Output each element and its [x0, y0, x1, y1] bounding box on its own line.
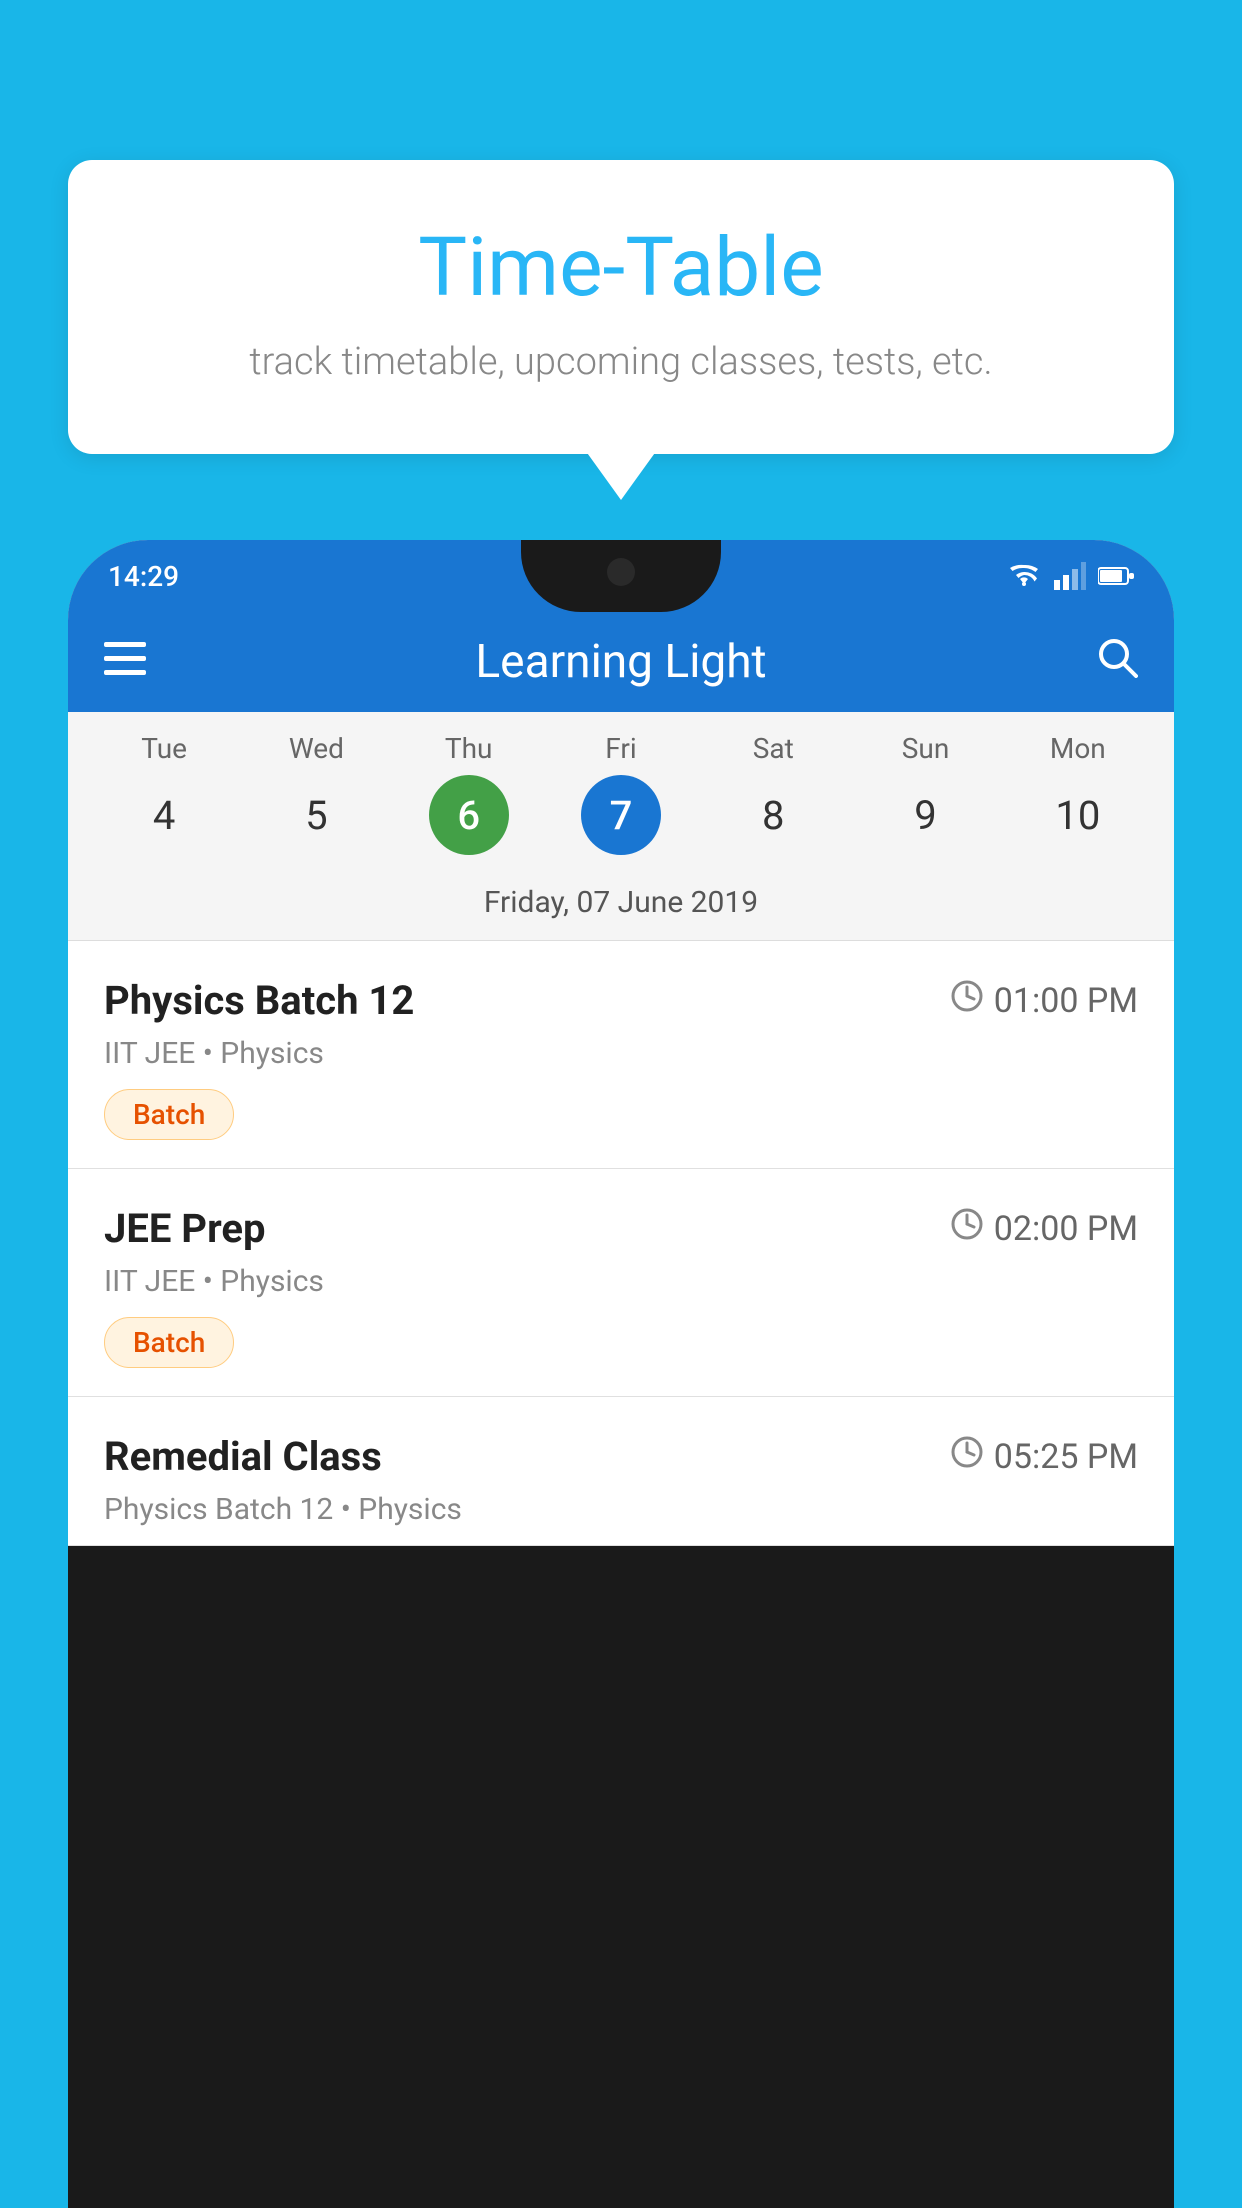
- wifi-icon: [1006, 562, 1042, 590]
- schedule-item-3-time: 05:25 PM: [950, 1435, 1138, 1478]
- schedule-item-2-title: JEE Prep: [104, 1205, 265, 1252]
- day-10[interactable]: 10: [1038, 775, 1118, 855]
- day-4[interactable]: 4: [124, 775, 204, 855]
- app-bar-title: Learning Light: [176, 635, 1066, 689]
- schedule-item-1-title: Physics Batch 12: [104, 977, 414, 1024]
- tooltip-subtitle: track timetable, upcoming classes, tests…: [108, 340, 1134, 384]
- schedule-item-2-subtitle: IIT JEE • Physics: [104, 1264, 1138, 1299]
- tooltip-title: Time-Table: [108, 220, 1134, 316]
- schedule-item-1-badge: Batch: [104, 1089, 234, 1140]
- status-bar: 14:29: [68, 540, 1174, 612]
- phone-screen: 14:29: [68, 540, 1174, 1546]
- schedule-item-1[interactable]: Physics Batch 12 01:00 PM IIT JEE • Phys…: [68, 941, 1174, 1169]
- tooltip-card: Time-Table track timetable, upcoming cla…: [68, 160, 1174, 454]
- day-header-fri: Fri: [581, 732, 661, 765]
- day-header-sun: Sun: [886, 732, 966, 765]
- day-5[interactable]: 5: [276, 775, 356, 855]
- schedule-item-2-time-text: 02:00 PM: [994, 1209, 1138, 1249]
- schedule-item-3[interactable]: Remedial Class 05:25 PM Physics Batch 12…: [68, 1397, 1174, 1546]
- day-header-mon: Mon: [1038, 732, 1118, 765]
- clock-icon-1: [950, 979, 984, 1022]
- schedule-item-2-badge: Batch: [104, 1317, 234, 1368]
- day-numbers: 4 5 6 7 8 9 10: [68, 765, 1174, 875]
- schedule-content: Physics Batch 12 01:00 PM IIT JEE • Phys…: [68, 941, 1174, 1546]
- schedule-item-3-subtitle: Physics Batch 12 • Physics: [104, 1492, 1138, 1527]
- selected-date-label: Friday, 07 June 2019: [68, 875, 1174, 941]
- battery-icon: [1098, 566, 1134, 586]
- search-icon[interactable]: [1096, 636, 1138, 688]
- status-time: 14:29: [108, 560, 179, 593]
- day-header-thu: Thu: [429, 732, 509, 765]
- day-8[interactable]: 8: [733, 775, 813, 855]
- camera-notch: [607, 558, 635, 586]
- day-header-wed: Wed: [276, 732, 356, 765]
- day-headers: Tue Wed Thu Fri Sat Sun Mon: [68, 732, 1174, 765]
- day-header-sat: Sat: [733, 732, 813, 765]
- clock-icon-3: [950, 1435, 984, 1478]
- hamburger-menu-icon[interactable]: [104, 639, 146, 686]
- schedule-item-1-subtitle: IIT JEE • Physics: [104, 1036, 1138, 1071]
- schedule-item-3-time-text: 05:25 PM: [994, 1437, 1138, 1477]
- schedule-item-2[interactable]: JEE Prep 02:00 PM IIT JEE • Physics: [68, 1169, 1174, 1397]
- status-icons: [1006, 562, 1134, 590]
- day-7-selected[interactable]: 7: [581, 775, 661, 855]
- day-header-tue: Tue: [124, 732, 204, 765]
- schedule-item-2-time: 02:00 PM: [950, 1207, 1138, 1250]
- phone-frame: 14:29: [68, 540, 1174, 2208]
- day-6-today[interactable]: 6: [429, 775, 509, 855]
- signal-icon: [1054, 562, 1086, 590]
- app-bar: Learning Light: [68, 612, 1174, 712]
- day-9[interactable]: 9: [886, 775, 966, 855]
- schedule-item-3-header: Remedial Class 05:25 PM: [104, 1433, 1138, 1480]
- calendar-strip: Tue Wed Thu Fri Sat Sun Mon 4 5 6 7 8 9 …: [68, 712, 1174, 941]
- clock-icon-2: [950, 1207, 984, 1250]
- schedule-item-1-time: 01:00 PM: [950, 979, 1138, 1022]
- schedule-item-1-header: Physics Batch 12 01:00 PM: [104, 977, 1138, 1024]
- schedule-item-2-header: JEE Prep 02:00 PM: [104, 1205, 1138, 1252]
- schedule-item-3-title: Remedial Class: [104, 1433, 382, 1480]
- schedule-item-1-time-text: 01:00 PM: [994, 981, 1138, 1021]
